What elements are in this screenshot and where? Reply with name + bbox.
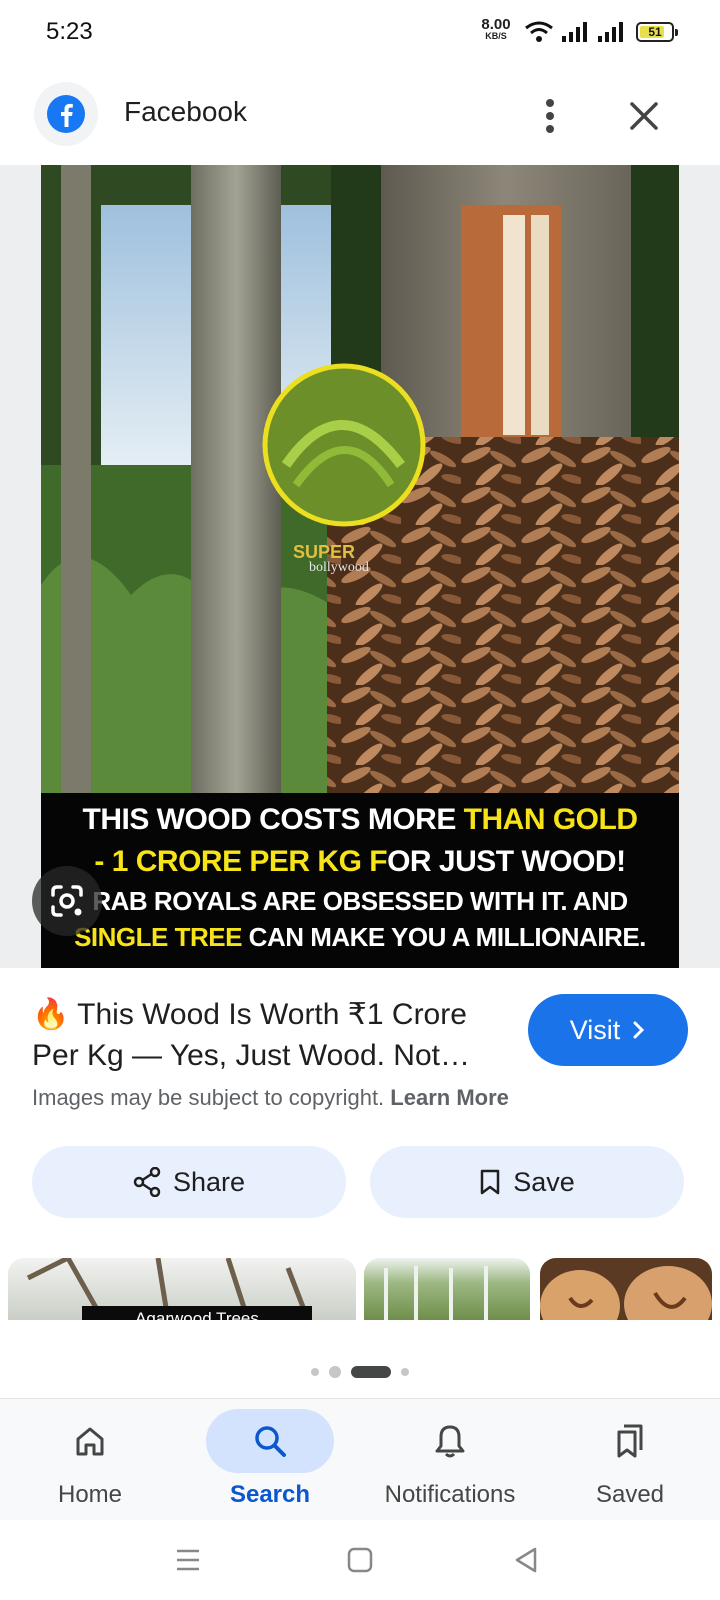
lens-icon [51,885,83,917]
image-viewer[interactable]: SUPER bollywood THIS WOOD COSTS MORE THA… [0,165,720,968]
result-title[interactable]: 🔥 This Wood Is Worth ₹1 Crore Per Kg — Y… [32,994,512,1076]
nav-notifications[interactable]: Notifications [360,1399,540,1521]
lens-search-button[interactable] [32,866,102,936]
nav-notifications-label: Notifications [384,1481,516,1508]
home-icon [76,1427,104,1456]
carousel-dot-active [351,1366,391,1378]
network-speed: 8.00 KB/S [476,17,516,41]
facebook-icon [34,82,98,146]
bookmark-icon [480,1169,500,1195]
save-label: Save [513,1166,575,1197]
battery-icon: 51 [636,22,678,42]
related-thumbnail-caption: Agarwood Trees [82,1306,312,1320]
close-button[interactable] [622,94,666,138]
nav-home-label: Home [57,1481,123,1508]
main-image[interactable]: SUPER bollywood THIS WOOD COSTS MORE THA… [41,165,679,968]
menu-icon [177,1549,199,1571]
nav-saved[interactable]: Saved [540,1399,720,1521]
image-watermark: SUPER bollywood [293,542,369,575]
image-artwork [41,165,679,793]
related-thumbnail[interactable] [540,1258,712,1320]
status-time: 5:23 [46,18,93,45]
more-vert-icon [546,99,554,133]
bell-icon [435,1425,465,1458]
nav-home[interactable]: Home [0,1399,180,1521]
network-speed-value: 8.00 [481,16,511,33]
bottom-navigation: Home Search Notifications Saved [0,1398,720,1520]
nav-search[interactable]: Search [180,1399,360,1521]
related-images: Agarwood Trees [0,1258,720,1320]
page-title: Facebook [124,96,247,127]
bookmarks-icon [617,1424,643,1458]
network-speed-unit: KB/S [485,31,507,41]
nav-search-label: Search [229,1481,311,1508]
carousel-dot [311,1368,319,1376]
share-button[interactable]: Share [32,1146,346,1218]
share-label: Share [172,1166,246,1197]
carousel-dot [401,1368,409,1376]
related-thumbnail[interactable]: Agarwood Trees [8,1258,356,1320]
nav-saved-label: Saved [595,1481,665,1508]
save-button[interactable]: Save [370,1146,684,1218]
square-icon [347,1547,373,1573]
app-header: Facebook [0,64,720,164]
related-thumbnail[interactable] [364,1258,530,1320]
signal-icon [562,22,587,42]
battery-level: 51 [648,25,662,39]
share-icon [133,1167,161,1197]
visit-label: Visit [569,1014,621,1045]
system-navigation-bar [0,1520,720,1600]
back-system-button[interactable] [506,1542,546,1578]
back-triangle-icon [515,1547,537,1573]
more-options-button[interactable] [530,94,570,138]
home-system-button[interactable] [340,1542,380,1578]
chevron-right-icon [633,1021,645,1039]
carousel-indicator [0,1366,720,1378]
learn-more-link[interactable]: Learn More [390,1085,509,1110]
visit-button[interactable]: Visit [528,994,688,1066]
wifi-icon [525,21,553,42]
close-icon [630,102,658,130]
carousel-dot [329,1366,341,1378]
status-bar: 5:23 8.00 KB/S 51 [0,0,720,64]
copyright-notice: Images may be subject to copyright. Lear… [32,1085,509,1110]
image-caption: THIS WOOD COSTS MORE THAN GOLD - 1 CRORE… [41,793,679,968]
recent-apps-button[interactable] [168,1542,208,1578]
search-icon [255,1426,286,1457]
signal-icon [598,22,623,42]
